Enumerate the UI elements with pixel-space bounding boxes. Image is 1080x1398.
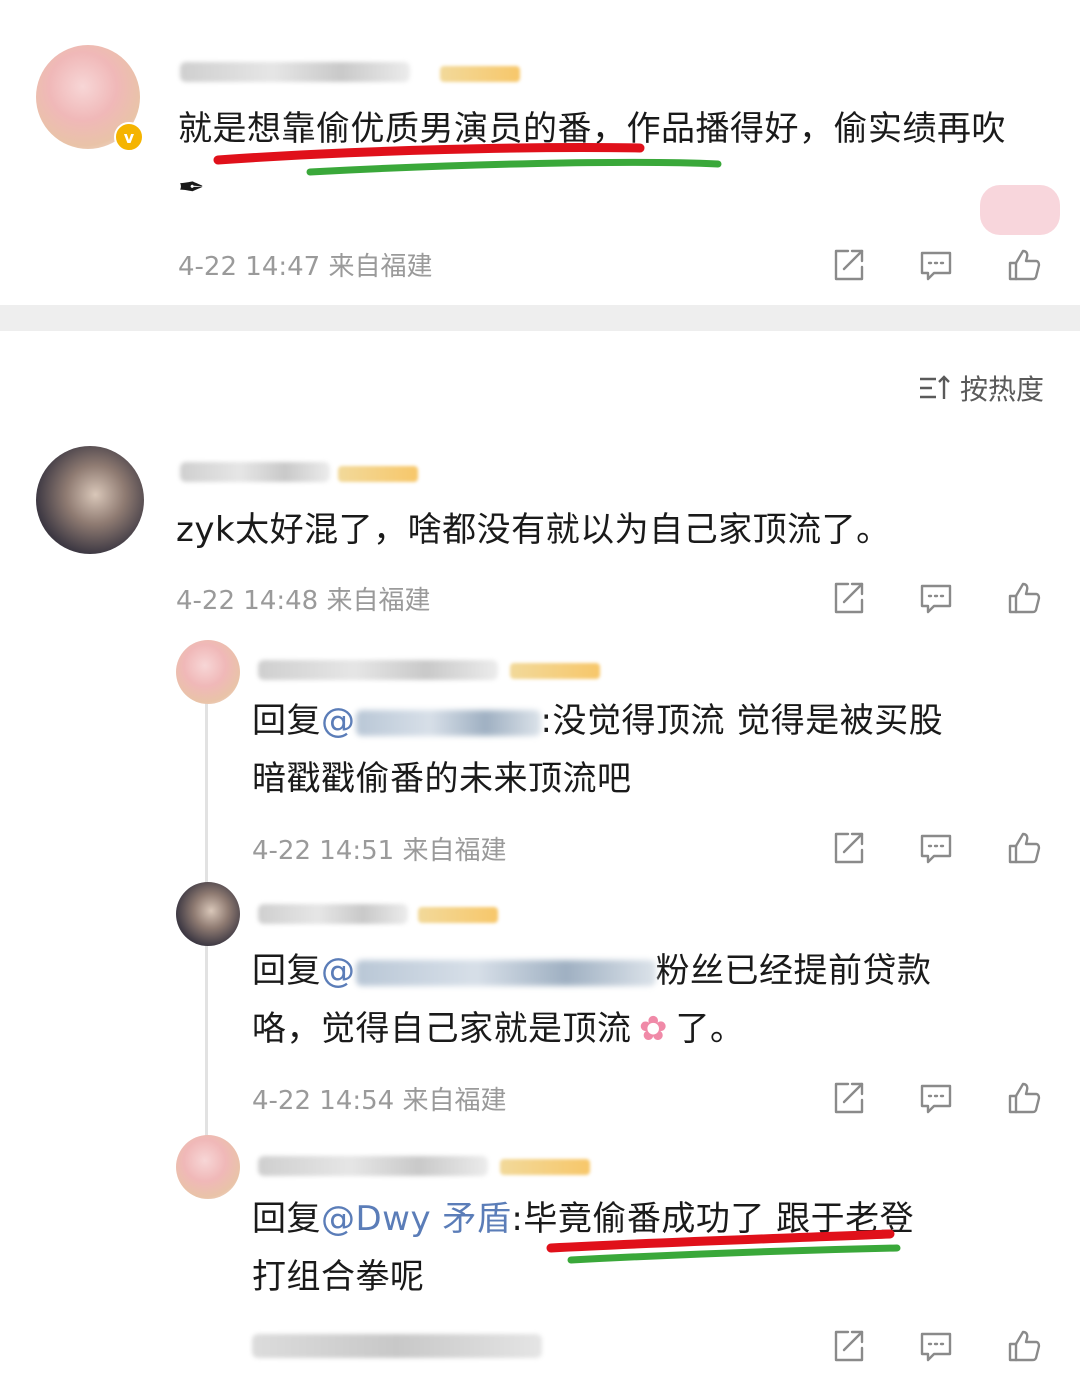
user-tag-blurred — [338, 466, 418, 482]
top-comment-card: v 就是想靠偷优质男演员的番，作品播得好，偷实绩再吹✒ 4-22 14:47 来… — [0, 0, 1080, 305]
like-button[interactable] — [1002, 243, 1046, 287]
comment-text: zyk太好混了，啥都没有就以为自己家顶流了。 — [176, 510, 891, 550]
mention-link[interactable]: @ — [321, 701, 541, 741]
avatar[interactable] — [176, 640, 240, 704]
like-button[interactable] — [1002, 1076, 1046, 1120]
reply-meta: 4-22 14:54 来自福建 — [252, 1086, 507, 1116]
like-button[interactable] — [1002, 576, 1046, 620]
avatar[interactable] — [36, 446, 144, 554]
username-blurred[interactable] — [258, 1156, 488, 1176]
comment-button[interactable] — [914, 826, 958, 870]
thumbs-up-icon — [1008, 1082, 1041, 1114]
reply-text: 回复@ 粉丝已经提前贷款 咯，觉得自己家就是顶流 ✿ 了。 — [252, 942, 1042, 1058]
share-button[interactable] — [826, 826, 870, 870]
comment-meta: 4-22 14:48 来自福建 — [176, 586, 431, 616]
user-tag-blurred — [500, 1159, 590, 1175]
share-button[interactable] — [826, 243, 870, 287]
share-icon — [834, 832, 864, 864]
sort-by-hot-button[interactable]: 按热度 — [918, 368, 1044, 408]
thumbs-up-icon — [1008, 1330, 1041, 1362]
share-button[interactable] — [826, 1076, 870, 1120]
comment-icon — [920, 834, 952, 864]
share-icon — [834, 582, 864, 614]
comment-icon — [920, 251, 952, 281]
username-blurred[interactable] — [258, 904, 408, 924]
reply-text: 回复@Dwy 矛盾:毕竟偷番成功了 跟于老登 打组合拳呢 — [252, 1199, 915, 1297]
share-button[interactable] — [826, 1324, 870, 1368]
like-button[interactable] — [1002, 826, 1046, 870]
reply-meta: 4-22 14:51 来自福建 — [252, 836, 507, 866]
comment-icon — [920, 584, 952, 614]
comment-meta: 4-22 14:47 来自福建 — [178, 252, 433, 282]
user-tag-blurred — [418, 907, 498, 923]
reply-text: 回复@:没觉得顶流 觉得是被买股 暗戳戳偷番的未来顶流吧 — [252, 701, 944, 799]
user-tag-blurred — [510, 663, 600, 679]
verified-badge-icon: v — [114, 122, 144, 152]
username-blurred[interactable] — [180, 462, 330, 482]
sort-icon — [919, 375, 950, 399]
share-icon — [834, 249, 864, 281]
pen-emoji-icon: ✒ — [178, 168, 206, 206]
mention-name-blurred — [355, 709, 541, 736]
comment-icon — [920, 1084, 952, 1114]
mention-link[interactable]: @Dwy 矛盾 — [321, 1199, 511, 1239]
share-icon — [834, 1082, 864, 1114]
sort-label: 按热度 — [959, 373, 1044, 406]
thumbs-up-icon — [1008, 249, 1041, 281]
username-blurred[interactable] — [180, 62, 410, 82]
username-blurred[interactable] — [258, 660, 498, 680]
mention-name-blurred — [355, 959, 656, 986]
like-button[interactable] — [1002, 1324, 1046, 1368]
comment-button[interactable] — [914, 243, 958, 287]
avatar[interactable] — [176, 882, 240, 946]
share-button[interactable] — [826, 576, 870, 620]
comment-button[interactable] — [914, 576, 958, 620]
thumbs-up-icon — [1008, 832, 1041, 864]
comment-button[interactable] — [914, 1324, 958, 1368]
user-tag-blurred — [440, 66, 520, 82]
mention-link[interactable]: @ — [321, 951, 656, 991]
reply-meta-blurred — [252, 1334, 542, 1358]
share-icon — [834, 1330, 864, 1362]
comment-button[interactable] — [914, 1076, 958, 1120]
section-divider — [0, 305, 1080, 331]
sticker-decoration — [980, 185, 1060, 235]
thumbs-up-icon — [1008, 582, 1041, 614]
comment-text: 就是想靠偷优质男演员的番，作品播得好，偷实绩再吹✒ — [178, 100, 1018, 216]
comment-icon — [920, 1332, 952, 1362]
flower-emoji-icon: ✿ — [639, 1009, 668, 1049]
avatar[interactable] — [176, 1135, 240, 1199]
